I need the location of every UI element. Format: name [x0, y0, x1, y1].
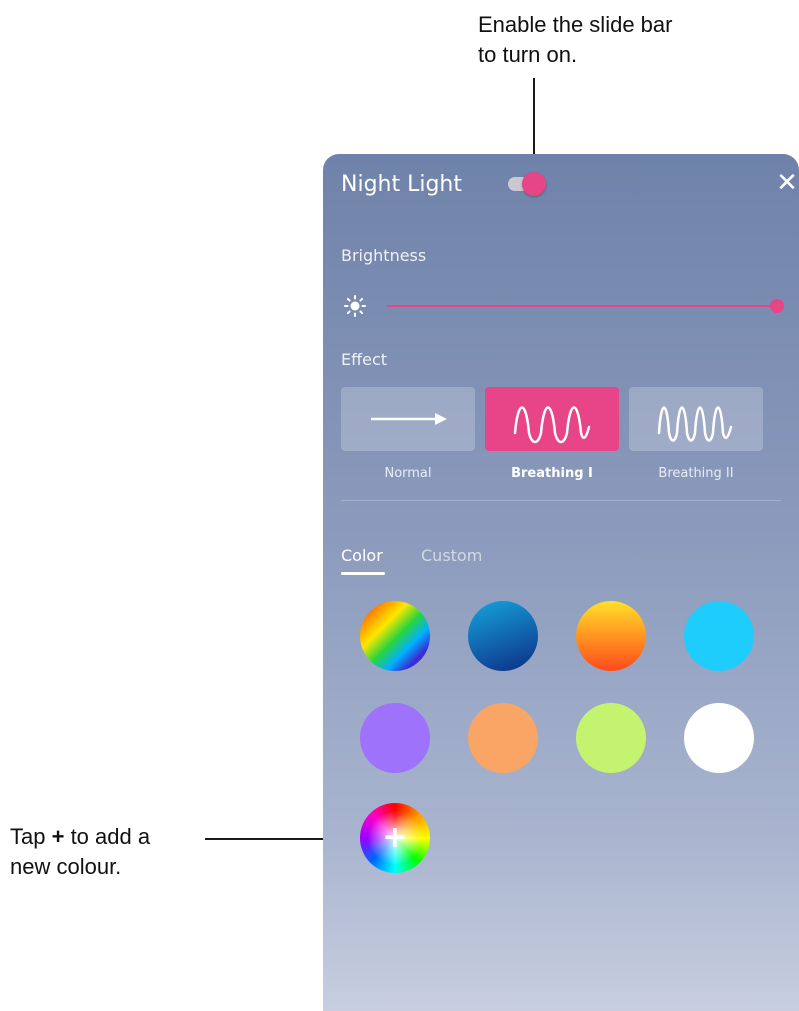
- effect-breathing-2-button[interactable]: [629, 387, 763, 451]
- swatch-rainbow[interactable]: [360, 601, 430, 671]
- swatch-lime[interactable]: [576, 703, 646, 773]
- add-color-button[interactable]: +: [360, 803, 430, 873]
- slider-thumb[interactable]: [770, 299, 784, 313]
- annotation-add-line2: new colour.: [10, 854, 122, 879]
- annotation-add-pre: Tap: [10, 824, 52, 849]
- annotation-toggle-line2: to turn on.: [478, 42, 578, 67]
- close-icon[interactable]: ✕: [775, 168, 799, 198]
- wave-dense-icon: [657, 406, 733, 442]
- effect-breathing-1-button[interactable]: [485, 387, 619, 451]
- swatch-orange[interactable]: [468, 703, 538, 773]
- sun-icon: [344, 295, 366, 317]
- effect-breathing-1-label: Breathing I: [511, 466, 593, 481]
- annotation-add-line1: Tap + to add a: [10, 822, 150, 852]
- swatch-purple[interactable]: [360, 703, 430, 773]
- wave-icon: [513, 406, 591, 444]
- tab-color[interactable]: Color: [341, 546, 383, 565]
- tab-active-indicator: [341, 572, 385, 575]
- plus-icon: +: [382, 820, 408, 855]
- brightness-label: Brightness: [341, 246, 427, 265]
- swatch-cyan[interactable]: [684, 601, 754, 671]
- panel-title: Night Light: [341, 172, 462, 197]
- annotation-add-color: Tap + to add a new colour.: [10, 822, 150, 882]
- toggle-knob: [522, 172, 546, 196]
- effect-normal-button[interactable]: [341, 387, 475, 451]
- swatch-blue-gradient[interactable]: [468, 601, 538, 671]
- swatch-white[interactable]: [684, 703, 754, 773]
- slider-track: [387, 305, 777, 307]
- effect-normal-label: Normal: [384, 466, 432, 481]
- swatch-sunset-gradient[interactable]: [576, 601, 646, 671]
- annotation-add-post: to add a: [64, 824, 151, 849]
- annotation-add-plus: +: [51, 824, 65, 849]
- annotation-toggle: Enable the slide bar to turn on.: [478, 10, 672, 70]
- arrow-right-icon: [371, 413, 447, 425]
- section-divider: [341, 500, 781, 501]
- brightness-slider[interactable]: [387, 294, 784, 318]
- annotation-toggle-line1: Enable the slide bar: [478, 12, 673, 37]
- effect-breathing-2-label: Breathing II: [658, 466, 734, 481]
- night-light-toggle[interactable]: [506, 172, 548, 196]
- effect-label: Effect: [341, 350, 388, 369]
- night-light-panel: Night Light ✕ Brightness Effect Normal B…: [323, 154, 799, 1011]
- tab-custom[interactable]: Custom: [421, 546, 482, 565]
